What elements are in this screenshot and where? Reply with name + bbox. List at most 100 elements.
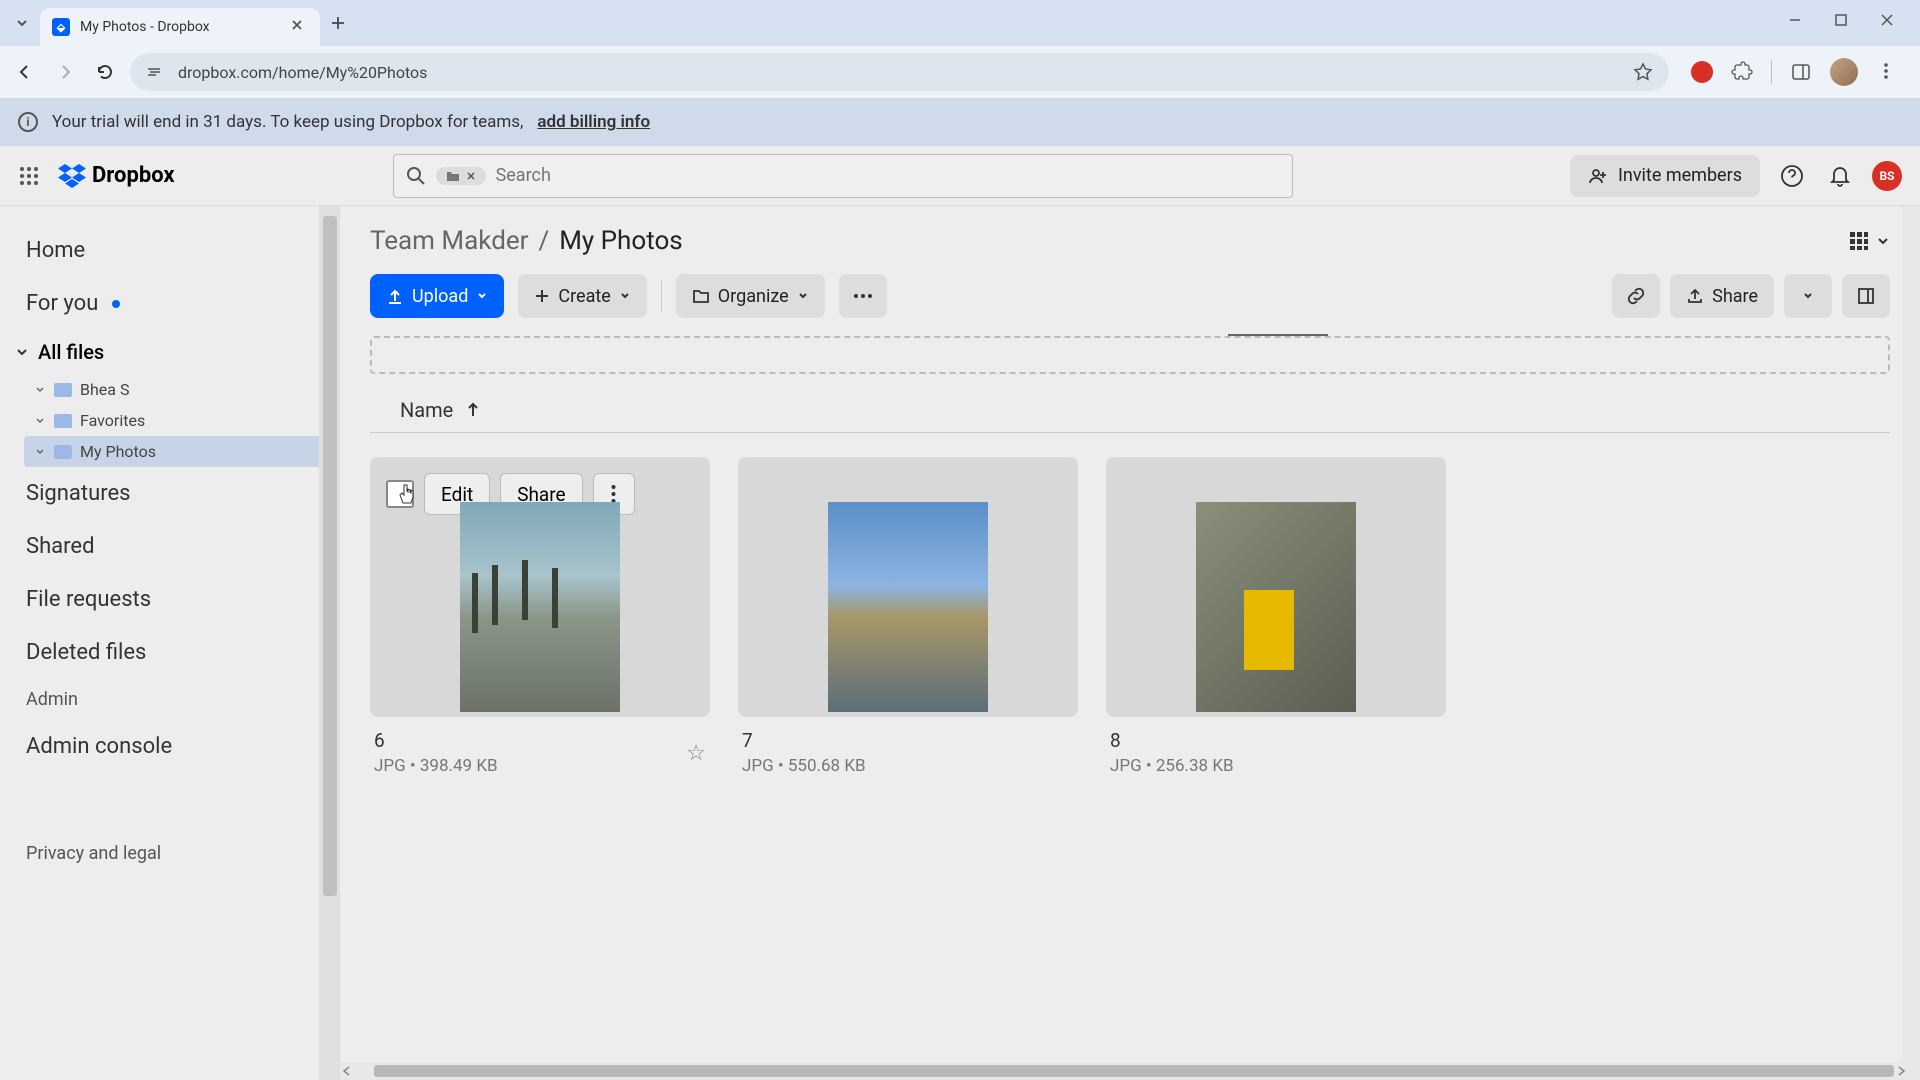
app-topbar: Dropbox Invite members BS — [0, 146, 1920, 206]
sort-ascending-icon — [465, 402, 481, 418]
kebab-icon — [611, 484, 616, 504]
share-dropdown-button[interactable] — [1784, 274, 1832, 318]
column-header-name[interactable]: Name — [370, 388, 1890, 433]
bookmark-star-icon[interactable] — [1633, 62, 1653, 82]
sidebar-scrollbar[interactable] — [319, 206, 339, 1080]
tab-list-chevron[interactable] — [8, 9, 36, 37]
chevron-down-icon — [1802, 290, 1814, 302]
sidebar-item-deleted[interactable]: Deleted files — [0, 626, 339, 679]
extension-icon[interactable] — [1691, 61, 1713, 83]
folder-icon — [54, 414, 72, 428]
file-name: 6 — [374, 729, 498, 752]
window-close-icon[interactable] — [1880, 13, 1900, 33]
chevron-right-icon — [34, 415, 46, 427]
sidebar-item-home[interactable]: Home — [0, 224, 339, 277]
share-icon — [1686, 287, 1704, 305]
tree-item-favorites[interactable]: Favorites — [24, 405, 339, 436]
app-grid-icon[interactable] — [18, 165, 40, 187]
file-thumbnail[interactable] — [738, 457, 1078, 717]
back-button[interactable] — [10, 57, 40, 87]
new-tab-button[interactable] — [324, 9, 352, 37]
browser-tab-strip: ⬙ My Photos - Dropbox — [0, 0, 1920, 46]
file-card[interactable]: 7 JPG • 550.68 KB — [738, 457, 1078, 788]
search-filter-chip[interactable] — [436, 167, 486, 185]
star-icon[interactable]: ☆ — [686, 741, 706, 766]
breadcrumb-parent[interactable]: Team Makder — [370, 226, 528, 256]
link-icon — [1626, 286, 1646, 306]
tree-label: Bhea S — [80, 380, 129, 399]
breadcrumb: Team Makder / My Photos — [370, 226, 1890, 256]
sidebar-item-shared[interactable]: Shared — [0, 520, 339, 573]
tree-item-bhea[interactable]: Bhea S — [24, 374, 339, 405]
content-scrollbar-vertical[interactable] — [1902, 206, 1920, 1080]
scroll-right-icon[interactable] — [1894, 1064, 1908, 1078]
sidebar-item-privacy[interactable]: Privacy and legal — [0, 833, 339, 874]
tree-item-my-photos[interactable]: My Photos — [24, 436, 339, 467]
tab-close-icon[interactable] — [290, 18, 308, 36]
breadcrumb-current: My Photos — [559, 226, 683, 256]
url-box[interactable]: dropbox.com/home/My%20Photos — [130, 53, 1669, 91]
sidebar-item-signatures[interactable]: Signatures — [0, 467, 339, 520]
plus-icon — [534, 288, 550, 304]
image-preview — [1196, 502, 1356, 712]
extensions-puzzle-icon[interactable] — [1731, 61, 1753, 83]
details-panel-button[interactable] — [1842, 274, 1890, 318]
grid-view-icon[interactable] — [1848, 230, 1870, 252]
site-settings-icon[interactable] — [146, 63, 164, 81]
tree-label: Favorites — [80, 411, 145, 430]
organize-button[interactable]: Organize — [676, 274, 825, 318]
dropbox-favicon: ⬙ — [52, 18, 70, 36]
user-avatar-badge[interactable]: BS — [1872, 161, 1902, 191]
share-button[interactable]: Share — [1670, 274, 1774, 318]
file-info: JPG • 398.49 KB — [374, 756, 498, 776]
profile-avatar[interactable] — [1830, 58, 1858, 86]
browser-tab[interactable]: ⬙ My Photos - Dropbox — [40, 8, 320, 46]
more-actions-button[interactable] — [839, 274, 887, 318]
create-button[interactable]: Create — [518, 274, 646, 318]
all-files-label: All files — [38, 340, 104, 364]
file-thumbnail[interactable]: Edit Share — [370, 457, 710, 717]
scroll-left-icon[interactable] — [340, 1064, 354, 1078]
content-scrollbar-horizontal[interactable] — [340, 1062, 1920, 1080]
reload-button[interactable] — [90, 57, 120, 87]
notifications-icon[interactable] — [1824, 160, 1856, 192]
copy-link-button[interactable] — [1612, 274, 1660, 318]
forward-button[interactable] — [50, 57, 80, 87]
breadcrumb-separator: / — [538, 226, 549, 256]
search-icon — [406, 166, 426, 186]
chevron-right-icon — [34, 446, 46, 458]
chevron-down-icon — [14, 344, 30, 360]
sidebar-item-all-files[interactable]: All files — [0, 330, 339, 374]
banner-link[interactable]: add billing info — [537, 112, 650, 132]
chevron-down-icon[interactable] — [1876, 234, 1890, 248]
browser-address-bar: dropbox.com/home/My%20Photos — [0, 46, 1920, 98]
divider — [661, 280, 662, 312]
dropzone[interactable] — [370, 336, 1890, 374]
file-info: JPG • 550.68 KB — [742, 756, 866, 776]
file-name: 7 — [742, 729, 866, 752]
url-text: dropbox.com/home/My%20Photos — [178, 63, 427, 82]
window-minimize-icon[interactable] — [1788, 13, 1808, 33]
file-grid: Edit Share 6 JPG • 398.49 KB ☆ — [370, 457, 1890, 788]
sidebar-item-for-you[interactable]: For you — [0, 277, 339, 330]
dropbox-logo[interactable]: Dropbox — [58, 163, 175, 188]
content-area: Team Makder / My Photos Upload Create — [340, 206, 1920, 1080]
tab-title: My Photos - Dropbox — [80, 19, 280, 35]
chip-close-icon[interactable] — [466, 171, 476, 181]
file-thumbnail[interactable] — [1106, 457, 1446, 717]
file-card[interactable]: 8 JPG • 256.38 KB — [1106, 457, 1446, 788]
folder-icon — [692, 288, 710, 304]
search-box[interactable] — [393, 154, 1293, 198]
side-panel-icon[interactable] — [1790, 61, 1812, 83]
window-maximize-icon[interactable] — [1834, 13, 1854, 33]
chrome-menu-icon[interactable] — [1876, 61, 1898, 83]
invite-members-button[interactable]: Invite members — [1570, 155, 1760, 197]
upload-icon — [386, 287, 404, 305]
help-icon[interactable] — [1776, 160, 1808, 192]
search-input[interactable] — [496, 165, 1280, 186]
upload-button[interactable]: Upload — [370, 274, 504, 318]
file-card[interactable]: Edit Share 6 JPG • 398.49 KB ☆ — [370, 457, 710, 788]
sidebar-item-file-requests[interactable]: File requests — [0, 573, 339, 626]
trial-banner: i Your trial will end in 31 days. To kee… — [0, 98, 1920, 146]
sidebar-item-admin-console[interactable]: Admin console — [0, 720, 339, 773]
